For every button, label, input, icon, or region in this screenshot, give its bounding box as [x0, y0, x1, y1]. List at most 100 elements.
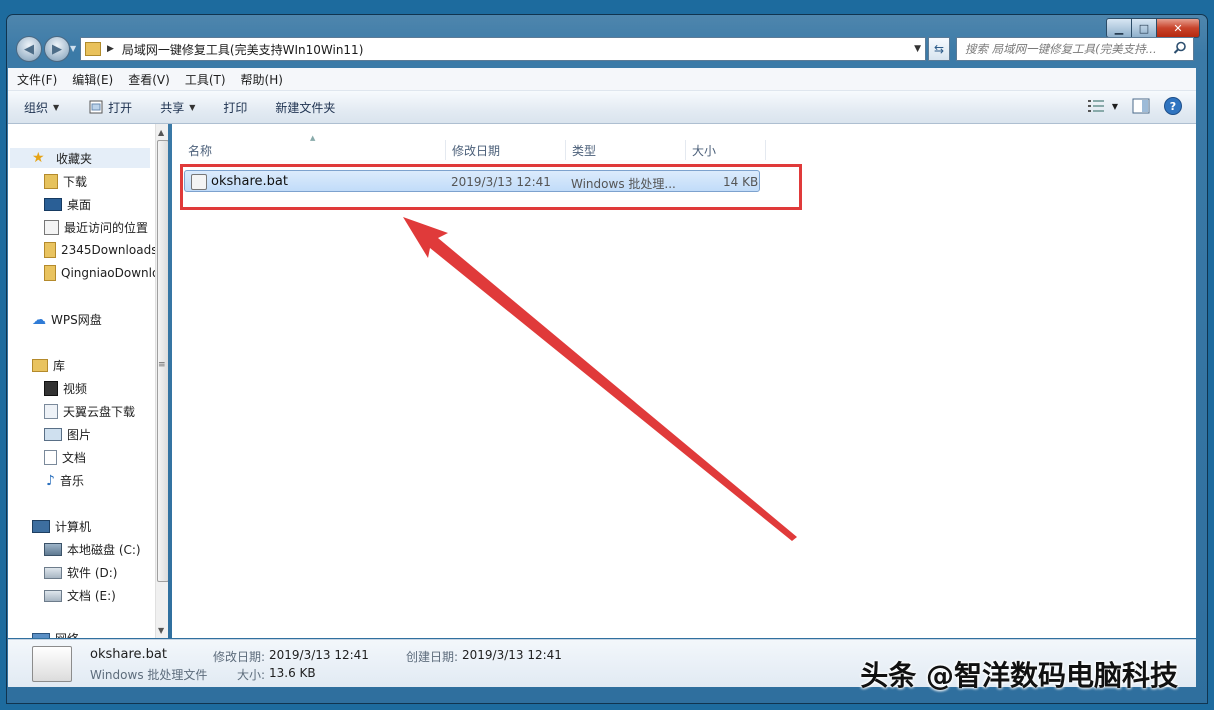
- nav-videos-label: 视频: [63, 382, 88, 396]
- breadcrumb-chevron-icon[interactable]: ▶: [107, 44, 114, 54]
- nav-folder-qingniao[interactable]: QingniaoDownloads: [44, 265, 168, 281]
- history-dropdown-icon[interactable]: ▼: [70, 44, 76, 53]
- maximize-icon: □: [1138, 21, 1150, 35]
- view-controls: ▼ ?: [1087, 97, 1182, 115]
- share-label: 共享: [160, 100, 185, 115]
- search-box[interactable]: 搜索 局域网一键修复工具(完美支持...: [956, 37, 1194, 61]
- batch-file-large-icon: [32, 646, 72, 682]
- maximize-button[interactable]: □: [1132, 18, 1157, 38]
- nav-libraries-label: 库: [53, 359, 66, 373]
- navigation-pane: ★ 收藏夹 下载 桌面 最近访问的位置 2345Downloads Qingni…: [8, 124, 168, 638]
- organize-button[interactable]: 组织 ▼: [24, 99, 59, 116]
- nav-downloads[interactable]: 下载: [44, 173, 87, 190]
- details-created-label: 创建日期:: [406, 650, 459, 664]
- preview-pane-icon[interactable]: [1132, 98, 1150, 114]
- pictures-icon: [44, 428, 62, 441]
- nav-computer-label: 计算机: [55, 520, 92, 534]
- computer-icon: [32, 520, 50, 533]
- menu-help[interactable]: 帮助(H): [241, 71, 283, 88]
- nav-drive-c-label: 本地磁盘 (C:): [67, 543, 141, 557]
- details-pane: okshare.bat Windows 批处理文件 修改日期: 2019/3/1…: [8, 639, 1196, 692]
- scroll-grip-icon: ≡: [158, 360, 166, 370]
- nav-scrollbar[interactable]: ▲ ≡ ▼: [155, 124, 168, 638]
- close-icon: ✕: [1173, 21, 1183, 35]
- menu-edit[interactable]: 编辑(E): [72, 71, 113, 88]
- open-button[interactable]: 打开: [89, 99, 132, 116]
- minimize-icon: ▁: [1114, 21, 1124, 35]
- nav-pictures-label: 图片: [67, 428, 92, 442]
- print-button[interactable]: 打印: [223, 99, 247, 116]
- hard-drive-icon: [44, 566, 62, 579]
- scroll-down-icon[interactable]: ▼: [158, 626, 164, 635]
- menu-view[interactable]: 查看(V): [128, 71, 170, 88]
- back-button[interactable]: ◀: [16, 36, 42, 62]
- details-filetype: Windows 批处理文件: [90, 668, 208, 682]
- file-list-pane: ▲ 名称 修改日期 类型 大小 okshare.bat 2019/3/13 12…: [172, 124, 1196, 638]
- caption-buttons: ▁ □ ✕: [1106, 18, 1200, 38]
- chevron-down-icon: ▼: [189, 102, 196, 112]
- new-folder-button[interactable]: 新建文件夹: [275, 99, 335, 116]
- menu-file[interactable]: 文件(F): [17, 71, 57, 88]
- nav-drive-c[interactable]: 本地磁盘 (C:): [44, 541, 141, 558]
- organize-label: 组织: [24, 100, 49, 115]
- menu-tools[interactable]: 工具(T): [185, 71, 226, 88]
- open-icon: [89, 100, 103, 114]
- nav-recent-label: 最近访问的位置: [64, 221, 149, 235]
- folder-icon: [44, 265, 56, 281]
- print-label: 打印: [223, 100, 248, 115]
- nav-libraries[interactable]: 库: [32, 357, 65, 374]
- command-bar: 组织 ▼ 打开 共享 ▼ 打印 新建文件夹 ▼ ?: [8, 91, 1196, 124]
- nav-network[interactable]: 网络: [32, 630, 79, 638]
- nav-desktop[interactable]: 桌面: [44, 196, 91, 213]
- nav-pictures[interactable]: 图片: [44, 426, 91, 443]
- folder-icon: [85, 42, 101, 56]
- nav-drive-e[interactable]: 文档 (E:): [44, 587, 116, 604]
- open-label: 打开: [108, 100, 133, 115]
- close-button[interactable]: ✕: [1157, 18, 1200, 38]
- minimize-button[interactable]: ▁: [1106, 18, 1132, 38]
- video-icon: [44, 381, 58, 396]
- breadcrumb-path[interactable]: 局域网一键修复工具(完美支持WIn10Win11): [122, 41, 363, 58]
- nav-drive-e-label: 文档 (E:): [67, 589, 116, 603]
- nav-wps[interactable]: ☁ WPS网盘: [32, 311, 102, 328]
- folder-icon: [44, 242, 56, 258]
- scroll-up-icon[interactable]: ▲: [158, 128, 164, 137]
- details-size-label: 大小:: [237, 668, 266, 682]
- desktop-icon: [44, 198, 62, 211]
- nav-videos[interactable]: 视频: [44, 380, 87, 397]
- recent-places-icon: [44, 220, 59, 235]
- nav-favorites[interactable]: ★ 收藏夹: [10, 148, 150, 168]
- help-icon[interactable]: ?: [1164, 97, 1182, 115]
- search-icon[interactable]: [1173, 41, 1187, 55]
- address-bar[interactable]: ▶ 局域网一键修复工具(完美支持WIn10Win11) ▼: [80, 37, 926, 61]
- nav-folder-2345[interactable]: 2345Downloads: [44, 242, 157, 258]
- nav-network-label: 网络: [55, 630, 79, 638]
- refresh-button[interactable]: ⇆: [928, 37, 950, 61]
- watermark-text: 头条 @智洋数码电脑科技: [860, 659, 1178, 692]
- nav-drive-d[interactable]: 软件 (D:): [44, 564, 117, 581]
- share-button[interactable]: 共享 ▼: [160, 99, 195, 116]
- nav-tianyi[interactable]: 天翼云盘下载: [44, 403, 135, 420]
- library-icon: [32, 359, 48, 372]
- nav-tianyi-label: 天翼云盘下载: [63, 405, 136, 419]
- address-dropdown-icon[interactable]: ▼: [914, 44, 921, 54]
- nav-folder-qingniao-label: QingniaoDownloads: [61, 266, 168, 280]
- menu-bar: 文件(F) 编辑(E) 查看(V) 工具(T) 帮助(H): [8, 68, 1196, 91]
- nav-music-label: 音乐: [59, 474, 84, 488]
- change-view-button[interactable]: ▼: [1087, 100, 1118, 112]
- chevron-down-icon: ▼: [1111, 101, 1118, 111]
- nav-recent[interactable]: 最近访问的位置: [44, 219, 148, 236]
- nav-music[interactable]: ♪ 音乐: [46, 472, 84, 489]
- nav-downloads-label: 下载: [63, 175, 88, 189]
- nav-drive-d-label: 软件 (D:): [67, 566, 118, 580]
- forward-button[interactable]: ▶: [44, 36, 70, 62]
- details-size-value: 13.6 KB: [269, 666, 316, 680]
- nav-documents[interactable]: 文档: [44, 449, 86, 466]
- nav-wps-label: WPS网盘: [51, 313, 102, 327]
- nav-folder-2345-label: 2345Downloads: [61, 243, 158, 257]
- nav-computer[interactable]: 计算机: [32, 518, 91, 535]
- search-placeholder[interactable]: 搜索 局域网一键修复工具(完美支持...: [957, 41, 1171, 57]
- nav-desktop-label: 桌面: [67, 198, 92, 212]
- details-modified-label: 修改日期:: [213, 650, 266, 664]
- star-icon: ★: [32, 150, 45, 166]
